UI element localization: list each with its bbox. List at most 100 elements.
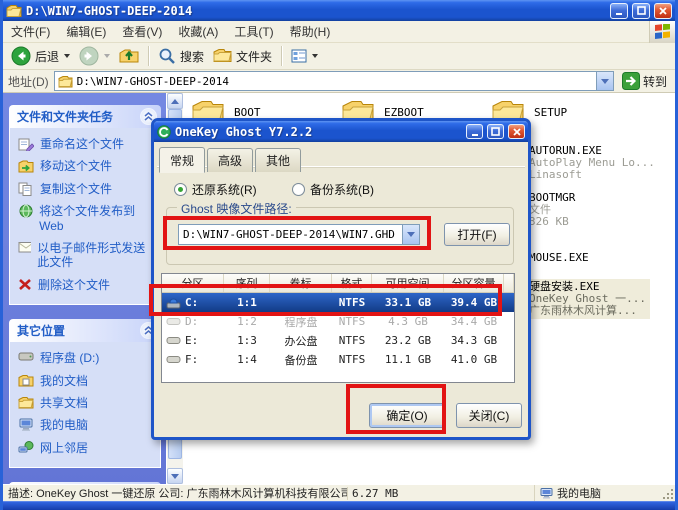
delete-file-link[interactable]: 删除这个文件 (18, 278, 156, 292)
menu-help[interactable]: 帮助(H) (282, 23, 339, 40)
maximize-button[interactable] (632, 3, 650, 19)
rename-icon (18, 137, 34, 151)
details-header[interactable]: 详细信息 (9, 482, 161, 484)
up-folder-icon (119, 47, 139, 65)
my-documents-link[interactable]: 我的文档 (18, 374, 156, 388)
other-places-title: 其它位置 (17, 322, 65, 339)
status-description: 描述: OneKey Ghost 一键还原 公司: 广东雨林木风计算机科技有限公… (3, 485, 347, 501)
status-filesize: 6.27 MB (347, 487, 405, 500)
window-bottom-border (3, 501, 675, 510)
rename-file-link[interactable]: 重命名这个文件 (18, 137, 156, 151)
dialog-maximize-button[interactable] (487, 124, 504, 139)
address-dropdown-button[interactable] (596, 72, 613, 90)
partition-row-f[interactable]: F: 1:4 备份盘 NTFS 11.1 GB 41.0 GB (162, 350, 514, 369)
views-button[interactable] (287, 47, 322, 65)
tab-other[interactable]: 其他 (255, 148, 301, 172)
other-places-header[interactable]: 其它位置 (9, 319, 161, 342)
ghost-path-label: Ghost 映像文件路径: (177, 200, 296, 217)
views-dropdown-icon[interactable] (312, 54, 318, 58)
my-documents-icon (18, 374, 34, 387)
scroll-down-button[interactable] (167, 468, 183, 484)
drive-d-link[interactable]: 程序盘 (D:) (18, 351, 156, 365)
minimize-button[interactable] (610, 3, 628, 19)
status-zone: 我的电脑 (534, 485, 662, 501)
radio-unselected-icon[interactable] (292, 183, 305, 196)
radio-selected-icon[interactable] (174, 183, 187, 196)
forward-dropdown-icon[interactable] (104, 54, 110, 58)
folder-icon (58, 75, 73, 88)
partition-row-e[interactable]: E: 1:3 办公盘 NTFS 23.2 GB 34.3 GB (162, 331, 514, 350)
file-tasks-panel: 文件和文件夹任务 重命名这个文件 移动这个文件 复制这个文件 (9, 105, 161, 305)
my-computer-link[interactable]: 我的电脑 (18, 418, 156, 432)
file-item-mouse[interactable]: MOUSE.EXE (529, 252, 589, 264)
folders-icon (213, 48, 232, 64)
move-file-link[interactable]: 移动这个文件 (18, 159, 156, 173)
tab-general[interactable]: 常规 (159, 147, 205, 173)
ghost-path-combo[interactable]: D:\WIN7-GHOST-DEEP-2014\WIN7.GHD (178, 224, 420, 245)
partition-table-header[interactable]: 分区 序列 卷标 格式 可用空间 分区容量 (162, 274, 514, 293)
my-computer-icon (18, 418, 34, 431)
close-button[interactable] (654, 3, 672, 19)
folders-button[interactable]: 文件夹 (209, 46, 276, 67)
open-button[interactable]: 打开(F) (444, 223, 510, 246)
views-icon (291, 49, 307, 63)
restore-system-radio[interactable]: 还原系统(R) (174, 181, 257, 198)
up-button[interactable] (115, 45, 143, 67)
partition-table: 分区 序列 卷标 格式 可用空间 分区容量 C: 1:1 NTFS 33.1 G… (161, 273, 515, 383)
onekey-ghost-dialog: OneKey Ghost Y7.2.2 常规 高级 其他 还原系统(R) 备份系… (151, 118, 531, 440)
file-item-bootmgr[interactable]: BOOTMGR 文件 326 KB (529, 192, 575, 228)
network-icon (18, 441, 34, 454)
shared-documents-link[interactable]: 共享文档 (18, 396, 156, 410)
address-input[interactable]: D:\WIN7-GHOST-DEEP-2014 (54, 71, 614, 91)
explorer-window: D:\WIN7-GHOST-DEEP-2014 文件(F) 编辑(E) 查看(V… (0, 0, 678, 510)
close-dialog-button[interactable]: 关闭(C) (456, 403, 522, 428)
partition-row-c[interactable]: C: 1:1 NTFS 33.1 GB 39.4 GB (162, 293, 514, 312)
delete-icon (18, 278, 32, 291)
forward-button[interactable] (75, 44, 114, 68)
menu-edit[interactable]: 编辑(E) (58, 23, 114, 40)
ghost-path-value: D:\WIN7-GHOST-DEEP-2014\WIN7.GHD (179, 225, 402, 244)
drive-small-icon (166, 317, 181, 326)
partition-row-d[interactable]: D: 1:2 程序盘 NTFS 4.3 GB 34.4 GB (162, 312, 514, 331)
scroll-up-button[interactable] (167, 93, 183, 109)
back-dropdown-icon[interactable] (64, 54, 70, 58)
file-tasks-header[interactable]: 文件和文件夹任务 (9, 105, 161, 128)
search-button[interactable]: 搜索 (154, 45, 208, 67)
search-label: 搜索 (180, 48, 204, 65)
copy-icon (18, 182, 34, 196)
go-icon (622, 72, 640, 90)
file-item-autorun[interactable]: AUTORUN.EXE AutoPlay Menu Lo... Linasoft (529, 145, 655, 181)
menu-bar: 文件(F) 编辑(E) 查看(V) 收藏(A) 工具(T) 帮助(H) (3, 21, 675, 43)
file-tasks-body: 重命名这个文件 移动这个文件 复制这个文件 将这个文件发布到 Web (9, 128, 161, 305)
go-label: 转到 (643, 73, 667, 90)
my-computer-icon (540, 488, 553, 499)
back-button[interactable]: 后退 (7, 44, 74, 68)
menu-favorites[interactable]: 收藏(A) (170, 23, 226, 40)
ghost-path-dropdown-button[interactable] (402, 225, 419, 244)
menu-file[interactable]: 文件(F) (3, 23, 58, 40)
file-item-yingpan-selected[interactable]: 硬盘安装.EXE OneKey Ghost 一... 广东雨林木风计算... (525, 279, 650, 319)
ok-button[interactable]: 确定(O) (369, 403, 445, 428)
move-icon (18, 159, 34, 173)
menu-tools[interactable]: 工具(T) (226, 23, 281, 40)
go-button[interactable]: 转到 (619, 72, 670, 90)
folder-icon (6, 4, 22, 18)
email-file-link[interactable]: 以电子邮件形式发送此文件 (18, 241, 156, 270)
shared-documents-icon (18, 396, 34, 409)
backup-system-radio[interactable]: 备份系统(B) (292, 181, 374, 198)
copy-file-link[interactable]: 复制这个文件 (18, 182, 156, 196)
dialog-title-bar: OneKey Ghost Y7.2.2 (154, 121, 528, 142)
address-label: 地址(D) (8, 73, 49, 90)
back-label: 后退 (35, 48, 59, 65)
details-panel: 详细信息 硬盘安装.EXE 应用程序 修改日期: 2014年4月20日, 8:3… (9, 482, 161, 484)
dialog-minimize-button[interactable] (466, 124, 483, 139)
resize-grip[interactable] (662, 485, 675, 501)
tab-advanced[interactable]: 高级 (207, 148, 253, 172)
publish-web-icon (18, 204, 33, 218)
publish-web-link[interactable]: 将这个文件发布到 Web (18, 204, 156, 233)
menu-view[interactable]: 查看(V) (114, 23, 170, 40)
network-places-link[interactable]: 网上邻居 (18, 441, 156, 455)
other-places-panel: 其它位置 程序盘 (D:) 我的文档 共享文档 (9, 319, 161, 468)
toolbar-separator (148, 46, 149, 66)
dialog-close-button[interactable] (508, 124, 525, 139)
